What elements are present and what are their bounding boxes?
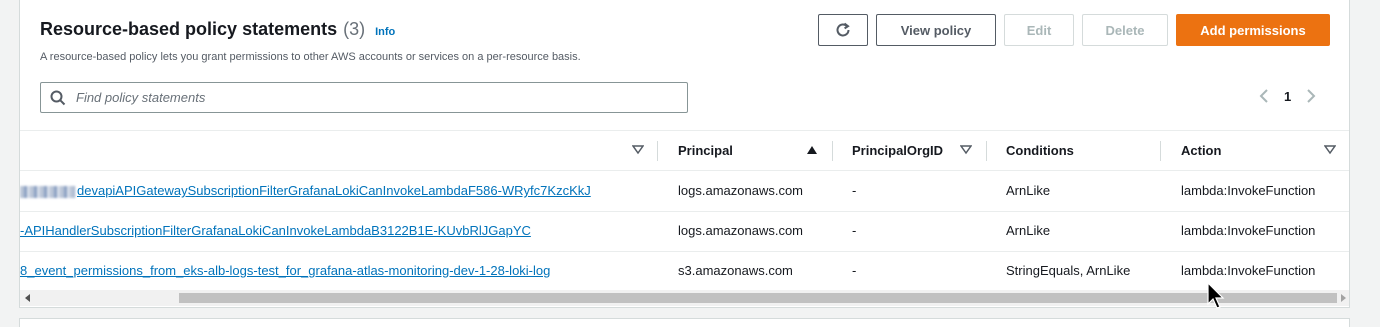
- conditions-cell: ArnLike: [1006, 223, 1051, 238]
- panel-header: Resource-based policy statements (3) Inf…: [40, 19, 395, 40]
- edit-button[interactable]: Edit: [1004, 14, 1074, 46]
- scroll-right-arrow-icon[interactable]: [1339, 294, 1347, 302]
- search-box: [40, 82, 688, 113]
- refresh-button[interactable]: [818, 14, 868, 46]
- pagination: 1: [1258, 88, 1317, 104]
- column-header-principal-org-id[interactable]: PrincipalOrgID: [852, 143, 943, 158]
- column-header-conditions[interactable]: Conditions: [1006, 143, 1074, 158]
- statement-id-link[interactable]: 8_event_permissions_from_eks-alb-logs-te…: [20, 263, 550, 278]
- principal-cell: s3.amazonaws.com: [678, 263, 793, 278]
- sort-caret-down-icon[interactable]: [960, 145, 972, 155]
- page-number[interactable]: 1: [1284, 89, 1291, 104]
- refresh-icon: [836, 22, 850, 37]
- conditions-cell: ArnLike: [1006, 183, 1051, 198]
- statement-id-link[interactable]: devapiAPIGatewaySubscriptionFilterGrafan…: [77, 183, 591, 198]
- column-header-principal[interactable]: Principal: [678, 143, 733, 158]
- principal-org-id-cell: -: [852, 263, 857, 278]
- principal-cell: logs.amazonaws.com: [678, 183, 803, 198]
- principal-cell: logs.amazonaws.com: [678, 223, 803, 238]
- add-permissions-button[interactable]: Add permissions: [1176, 14, 1330, 46]
- chevron-left-icon[interactable]: [1258, 88, 1270, 104]
- table-row: devapiAPIGatewaySubscriptionFilterGrafan…: [20, 171, 1349, 212]
- view-policy-button[interactable]: View policy: [876, 14, 996, 46]
- mouse-cursor-icon: [1207, 282, 1225, 309]
- column-divider[interactable]: [1160, 141, 1161, 161]
- action-cell: lambda:InvokeFunction: [1181, 263, 1316, 278]
- scrollbar-thumb[interactable]: [179, 293, 1337, 303]
- statement-id-cell[interactable]: 8_event_permissions_from_eks-alb-logs-te…: [20, 263, 550, 278]
- search-icon: [50, 90, 66, 105]
- principal-org-id-cell: -: [852, 223, 857, 238]
- delete-button[interactable]: Delete: [1082, 14, 1168, 46]
- column-divider[interactable]: [986, 141, 987, 161]
- info-link[interactable]: Info: [375, 26, 395, 38]
- column-header-action[interactable]: Action: [1181, 143, 1221, 158]
- sort-ascending-icon[interactable]: [806, 145, 818, 155]
- conditions-cell: StringEquals, ArnLike: [1006, 263, 1131, 278]
- statement-id-cell[interactable]: devapiAPIGatewaySubscriptionFilterGrafan…: [20, 183, 591, 198]
- scroll-left-arrow-icon[interactable]: [24, 294, 32, 302]
- table-header: Principal PrincipalOrgID Conditions Acti…: [20, 131, 1349, 171]
- redacted-text: [20, 185, 75, 198]
- statement-count: (3): [343, 19, 366, 39]
- table-row: -APIHandlerSubscriptionFilterGrafanaLoki…: [20, 211, 1349, 252]
- page-title: Resource-based policy statements: [40, 19, 338, 39]
- next-panel-edge: [19, 318, 1350, 327]
- statement-id-link[interactable]: -APIHandlerSubscriptionFilterGrafanaLoki…: [20, 223, 531, 238]
- panel-description: A resource-based policy lets you grant p…: [40, 51, 581, 63]
- horizontal-scrollbar[interactable]: [20, 290, 1349, 306]
- sort-caret-down-icon[interactable]: [1324, 145, 1336, 155]
- sort-caret-down-icon[interactable]: [632, 145, 644, 155]
- statement-id-cell[interactable]: -APIHandlerSubscriptionFilterGrafanaLoki…: [20, 223, 531, 238]
- policy-statements-panel: Resource-based policy statements (3) Inf…: [19, 0, 1350, 308]
- principal-org-id-cell: -: [852, 183, 857, 198]
- policy-table: Principal PrincipalOrgID Conditions Acti…: [20, 130, 1349, 291]
- table-row: 8_event_permissions_from_eks-alb-logs-te…: [20, 251, 1349, 291]
- chevron-right-icon[interactable]: [1305, 88, 1317, 104]
- column-divider[interactable]: [657, 141, 658, 161]
- column-divider[interactable]: [832, 141, 833, 161]
- search-input[interactable]: [74, 89, 668, 106]
- action-cell: lambda:InvokeFunction: [1181, 223, 1316, 238]
- action-cell: lambda:InvokeFunction: [1181, 183, 1316, 198]
